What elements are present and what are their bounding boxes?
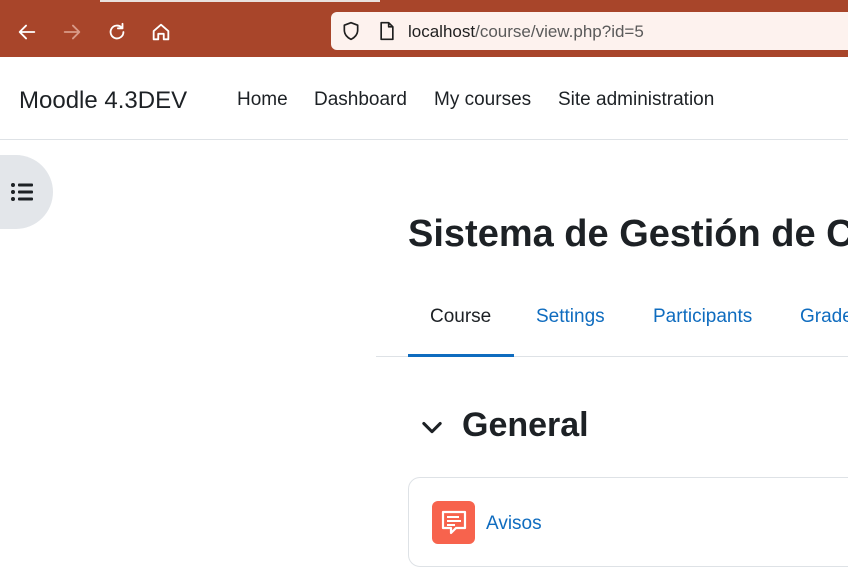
course-title: Sistema de Gestión de C	[408, 213, 848, 255]
shield-icon[interactable]	[341, 21, 361, 41]
nav-my-courses[interactable]: My courses	[434, 89, 531, 111]
forum-icon[interactable]	[432, 501, 475, 544]
speech-bubble-icon	[441, 510, 466, 534]
browser-toolbar: localhost/course/view.php?id=5	[0, 0, 848, 57]
activity-card: Avisos	[408, 477, 848, 567]
url-path: /course/view.php?id=5	[475, 22, 644, 41]
list-icon	[11, 183, 33, 201]
reload-button[interactable]	[102, 17, 132, 47]
course-tabs: Course Settings Participants Grades	[376, 290, 848, 357]
tab-participants[interactable]: Participants	[653, 306, 752, 328]
reload-icon	[109, 22, 125, 40]
nav-dashboard[interactable]: Dashboard	[314, 89, 407, 111]
home-icon	[152, 23, 170, 41]
site-brand[interactable]: Moodle 4.3DEV	[19, 87, 187, 115]
activity-name[interactable]: Avisos	[486, 513, 542, 535]
nav-home[interactable]: Home	[237, 89, 288, 111]
site-navbar: Moodle 4.3DEV Home Dashboard My courses …	[0, 57, 848, 140]
section-title[interactable]: General	[462, 406, 589, 445]
arrow-left-icon	[18, 24, 36, 40]
arrow-right-icon	[63, 24, 81, 40]
home-button[interactable]	[146, 17, 176, 47]
active-tab-indicator	[100, 0, 380, 2]
course-index-toggle[interactable]	[0, 155, 53, 229]
url-text[interactable]: localhost/course/view.php?id=5	[408, 22, 644, 42]
tab-settings[interactable]: Settings	[536, 306, 605, 328]
url-host: localhost	[408, 22, 476, 41]
tab-grades[interactable]: Grades	[800, 306, 848, 328]
back-button[interactable]	[12, 17, 42, 47]
tab-course[interactable]: Course	[430, 306, 491, 328]
page-icon[interactable]	[378, 21, 396, 41]
forward-button[interactable]	[57, 17, 87, 47]
address-bar[interactable]: localhost/course/view.php?id=5	[331, 12, 848, 50]
chevron-down-icon[interactable]	[418, 413, 446, 441]
nav-site-administration[interactable]: Site administration	[558, 89, 714, 111]
active-tab-underline	[408, 354, 514, 357]
